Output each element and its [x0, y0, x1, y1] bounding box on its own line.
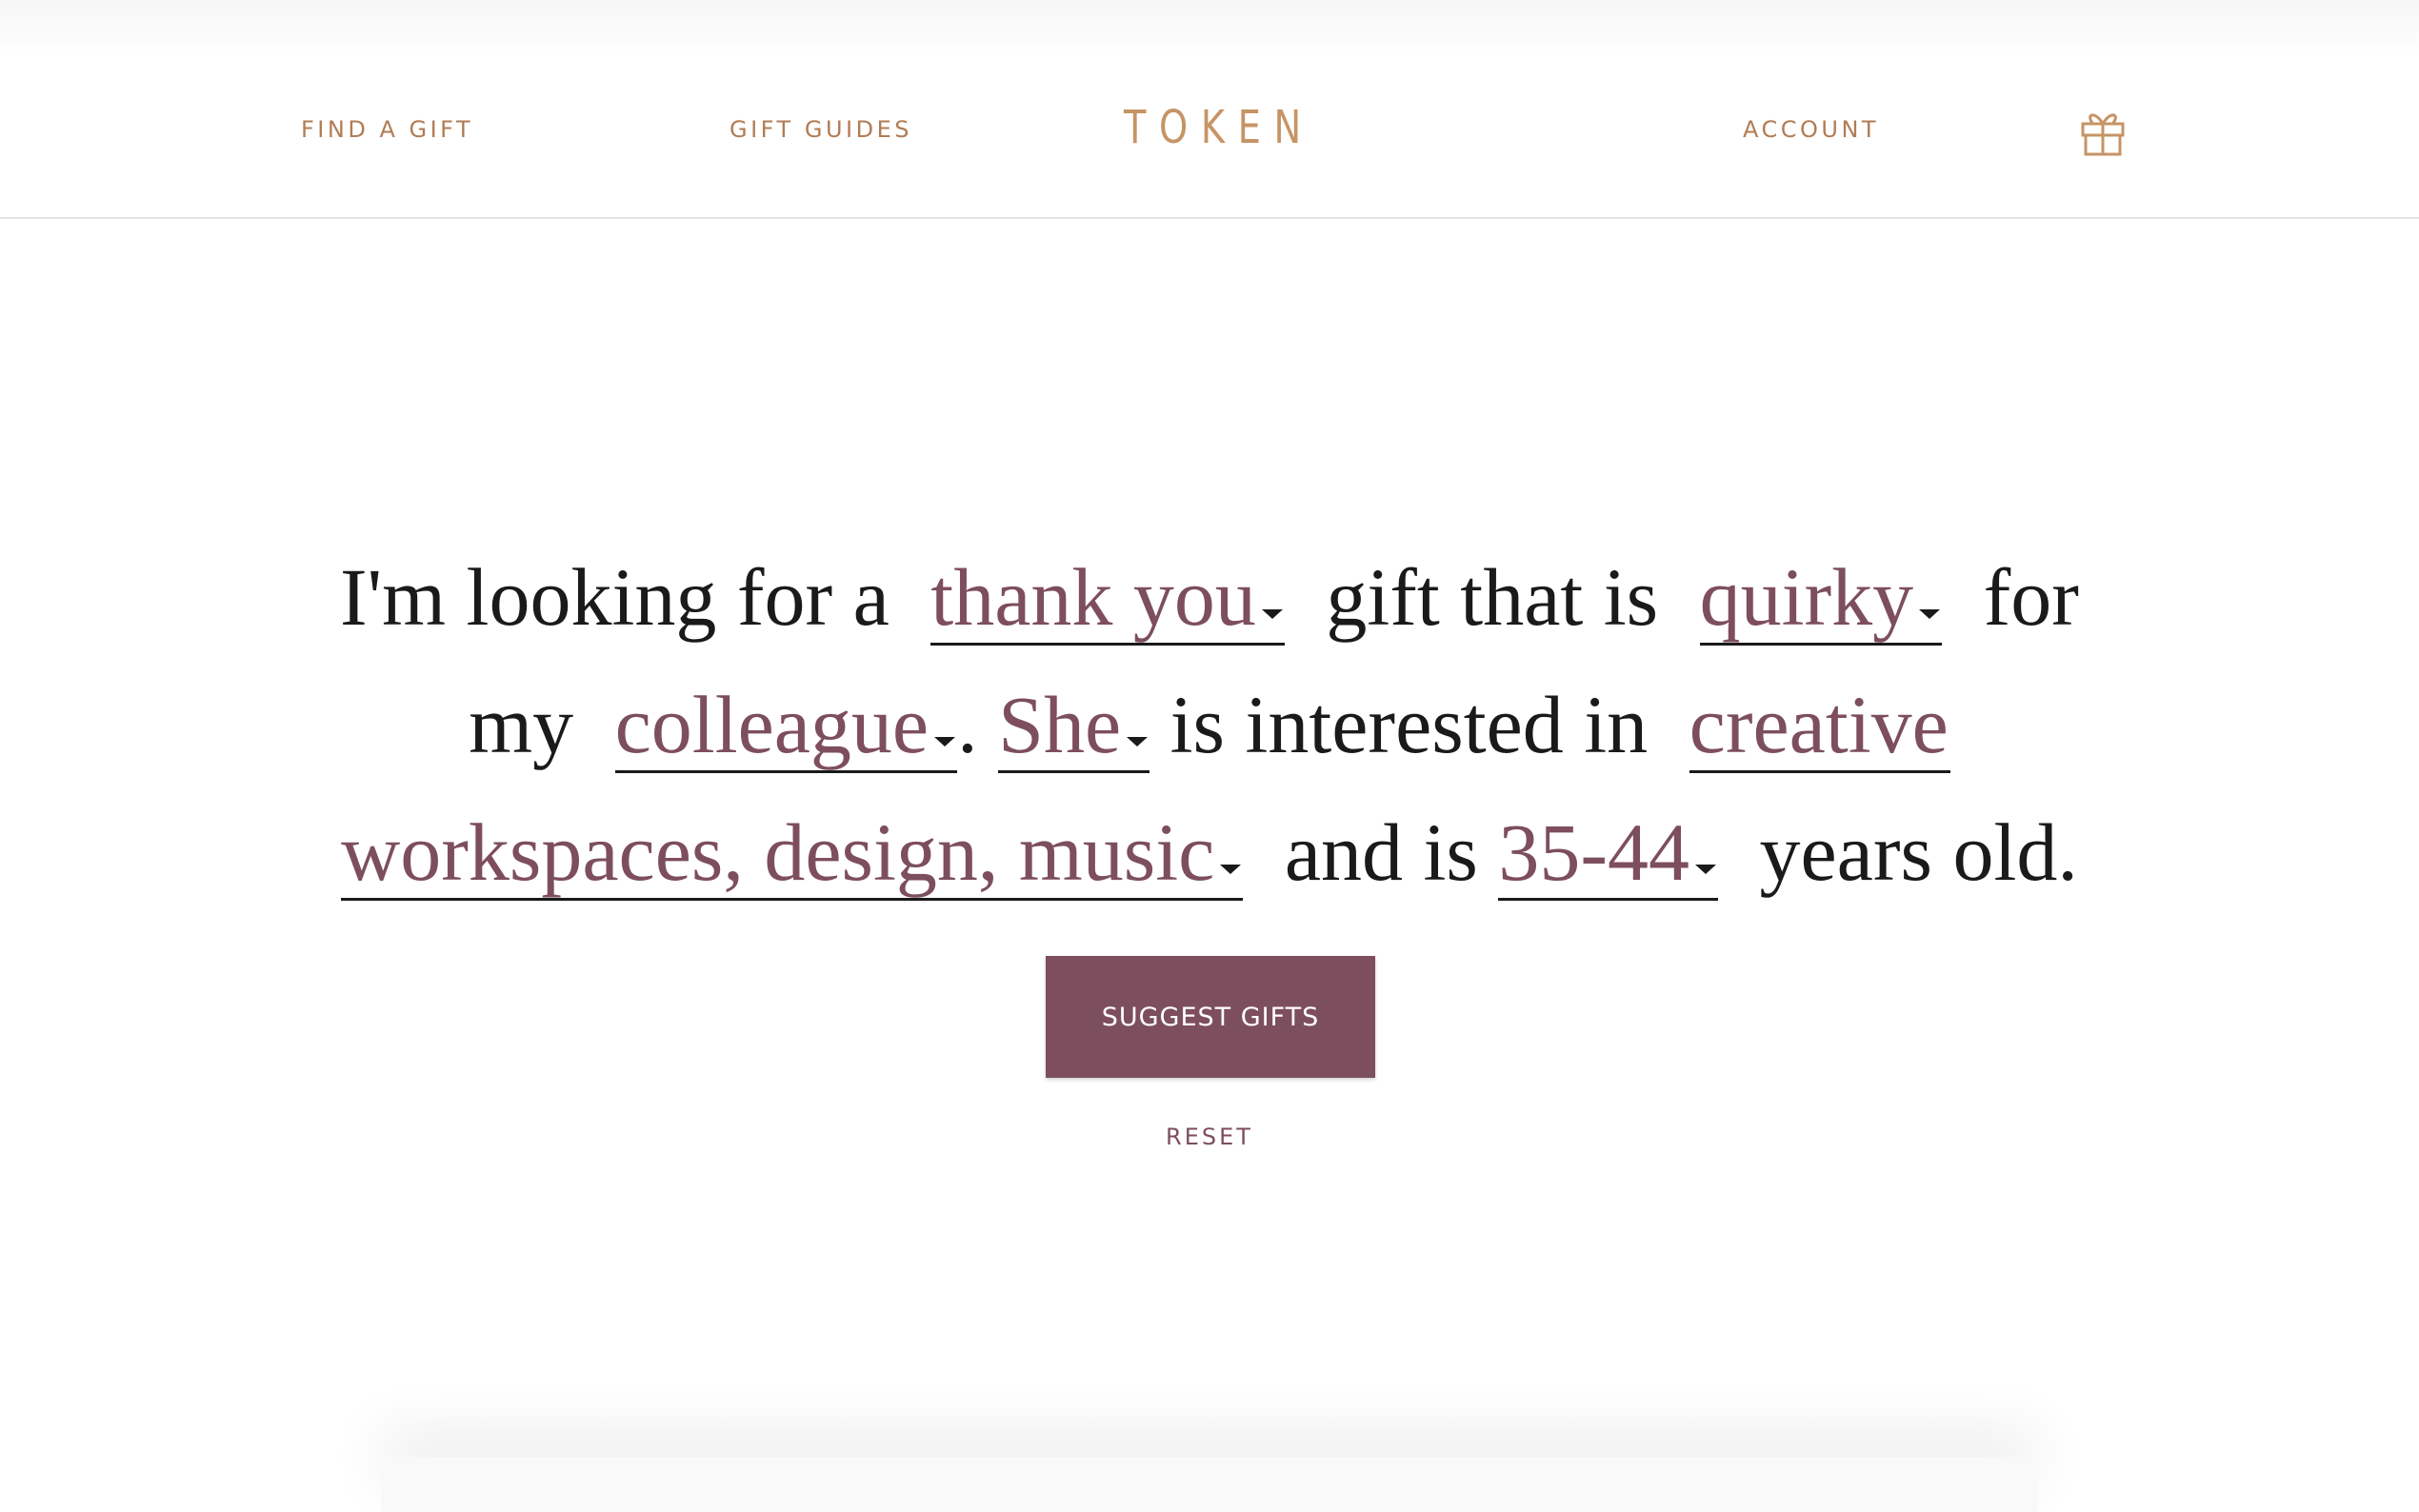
age-dropdown[interactable]: 35-44 [1498, 806, 1718, 901]
sentence-text: I'm looking for a [340, 551, 890, 643]
caret-down-icon [934, 737, 956, 746]
sentence-line-1: I'm looking for a thank you gift that is… [248, 533, 2171, 661]
reset-link[interactable]: RESET [1048, 1124, 1371, 1150]
logo[interactable]: TOKEN [1124, 101, 1314, 154]
relation-dropdown[interactable]: colleague [614, 679, 958, 773]
relation-value: colleague [614, 679, 930, 770]
nav-account[interactable]: ACCOUNT [1743, 116, 1879, 143]
gift-finder-sentence: I'm looking for a thank you gift that is… [248, 533, 2171, 916]
pronoun-value: She [998, 679, 1122, 770]
caret-down-icon [1695, 865, 1716, 874]
sentence-text: and is [1284, 806, 1478, 898]
interests-value-part1: creative [1689, 679, 1949, 770]
sentence-text: . [957, 679, 978, 770]
occasion-value: thank you [930, 551, 1256, 643]
pronoun-dropdown[interactable]: She [998, 679, 1150, 773]
sentence-text: my [469, 679, 574, 770]
style-dropdown[interactable]: quirky [1699, 551, 1943, 646]
age-value: 35-44 [1498, 806, 1689, 898]
nav-gift-guides[interactable]: GIFT GUIDES [730, 116, 912, 143]
suggest-gifts-button[interactable]: SUGGEST GIFTS [1046, 956, 1375, 1078]
sentence-text: is interested in [1170, 679, 1649, 770]
interests-dropdown-line1[interactable]: creative [1689, 679, 1950, 773]
site-header: FIND A GIFT GIFT GUIDES TOKEN ACCOUNT [0, 0, 2419, 219]
nav-find-a-gift[interactable]: FIND A GIFT [301, 116, 473, 143]
occasion-dropdown[interactable]: thank you [930, 551, 1285, 646]
caret-down-icon [1919, 609, 1941, 619]
sentence-line-2: my colleague. She is interested in creat… [248, 661, 2171, 788]
sentence-text: gift that is [1326, 551, 1659, 643]
sentence-text: years old. [1759, 806, 2078, 898]
caret-down-icon [1127, 737, 1149, 746]
style-value: quirky [1699, 551, 1914, 643]
gift-box-icon[interactable] [2076, 105, 2129, 158]
interests-dropdown-line2[interactable]: workspaces, design, music [341, 806, 1244, 901]
caret-down-icon [1261, 609, 1283, 619]
sentence-line-3: workspaces, design, music and is 35-44 y… [248, 788, 2171, 916]
interests-value-part2: workspaces, design, music [341, 806, 1215, 898]
sentence-text: for [1983, 551, 2079, 643]
results-card-edge [381, 1457, 2038, 1512]
caret-down-icon [1220, 865, 1242, 874]
